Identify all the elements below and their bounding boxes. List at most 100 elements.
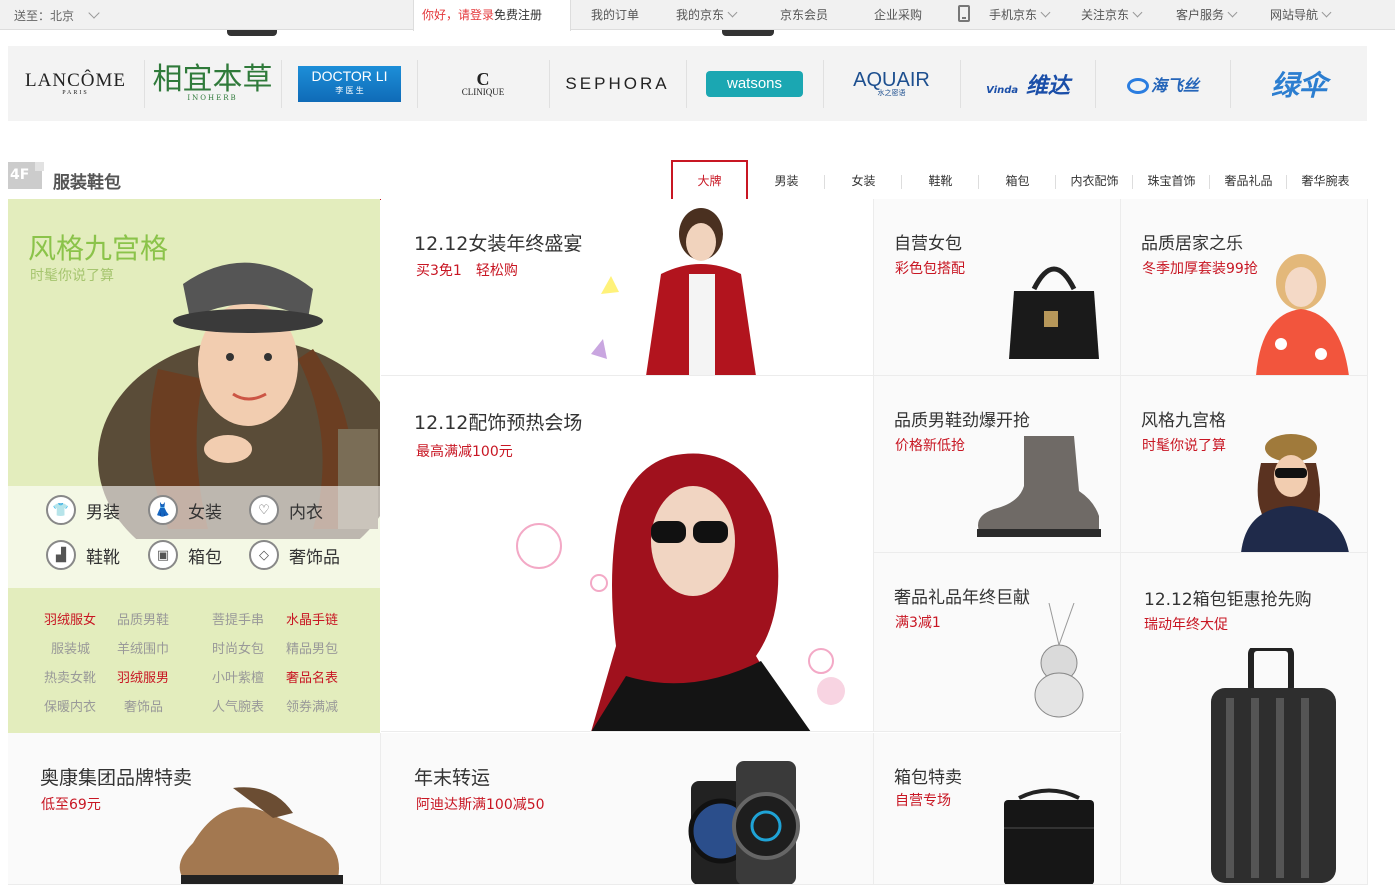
brand-aquair[interactable]: AQUAIR 水之密语 — [824, 46, 959, 121]
keyword-link[interactable]: 精品男包 — [286, 638, 338, 657]
keyword-link[interactable]: 保暖内衣 — [44, 696, 96, 715]
brand-sephora[interactable]: SEPHORA — [550, 46, 685, 121]
promo-subtitle: 低至69元 — [41, 797, 101, 813]
category-underwear[interactable]: ♡ 内衣 — [249, 495, 323, 525]
tab-womenswear[interactable]: 女装 — [825, 160, 902, 200]
promo-title: 品质居家之乐 — [1141, 234, 1243, 254]
nav-my-jd[interactable]: 我的京东 — [676, 6, 738, 23]
floor-badge: 4F — [8, 162, 44, 189]
tab-luxury-gifts[interactable]: 奢品礼品 — [1210, 160, 1287, 200]
brand-vinda[interactable]: Vinda 维达 — [961, 46, 1095, 121]
nav-label: 我的订单 — [591, 8, 640, 22]
category-womenswear[interactable]: 👗 女装 — [148, 495, 222, 525]
aquair-logo: AQUAIR 水之密语 — [853, 69, 930, 97]
promo-title: 风格九宫格 — [1141, 411, 1226, 431]
promo-accessories-preheat[interactable]: 12.12配饰预热会场 最高满减100元 — [381, 376, 874, 732]
brand-lancome[interactable]: LANCÔME PARIS — [8, 46, 143, 121]
brand-clinique[interactable]: C CLINIQUE — [418, 46, 548, 121]
category-label: 男装 — [86, 502, 120, 523]
promo-womens-year-end[interactable]: 12.12女装年终盛宴 买3免1 轻松购 — [381, 199, 874, 376]
promo-aokang-brand-sale[interactable]: 奥康集团品牌特卖 低至69元 — [8, 733, 381, 885]
keyword-link[interactable]: 羽绒服女 — [44, 609, 96, 628]
category-shoes[interactable]: ▟ 鞋靴 — [46, 540, 120, 570]
nav-label: 关注京东 — [1081, 8, 1130, 22]
product-image-red-coat — [591, 208, 756, 375]
keyword-link[interactable]: 服装城 — [51, 638, 90, 657]
promo-mens-shoes[interactable]: 品质男鞋劲爆开抢 价格新低抢 — [874, 376, 1121, 553]
keyword-link[interactable]: 热卖女靴 — [44, 667, 96, 686]
promo-subtitle: 自营专场 — [895, 793, 951, 809]
watsons-logo: watsons — [706, 70, 803, 97]
nav-mobile-jd[interactable]: 手机京东 — [989, 6, 1051, 23]
keyword-link[interactable]: 领券满减 — [286, 696, 338, 715]
nav-enterprise[interactable]: 企业采购 — [874, 6, 922, 23]
tab-shoes[interactable]: 鞋靴 — [902, 160, 979, 200]
keyword-link[interactable]: 菩提手串 — [212, 609, 264, 628]
nav-jd-member[interactable]: 京东会员 — [780, 6, 828, 23]
category-luxury[interactable]: ◇ 奢饰品 — [249, 540, 340, 570]
category-label: 鞋靴 — [86, 547, 120, 568]
product-image-crystal-bear — [1034, 603, 1084, 718]
keyword-link[interactable]: 小叶紫檀 — [212, 667, 264, 686]
brand-doctorli[interactable]: DOCTOR LI 李 医 生 — [282, 46, 417, 121]
register-link[interactable]: 免费注册 — [494, 8, 542, 22]
location-label: 送至：北京 — [14, 9, 75, 23]
promo-handbag[interactable]: 自营女包 彩色包搭配 — [874, 199, 1121, 376]
nav-my-orders[interactable]: 我的订单 — [591, 6, 639, 23]
promo-subtitle: 价格新低抢 — [895, 438, 965, 454]
phone-icon — [958, 5, 970, 22]
nav-customer-service[interactable]: 客户服务 — [1176, 6, 1238, 23]
style-grid-promo[interactable]: 风格九宫格 时髦你说了算 👕 男装 👗 女装 ♡ 内衣 ▟ 鞋靴 ▣ 箱包 ◇ 奢饰品 羽绒… — [8, 199, 380, 733]
promo-title: 自营女包 — [894, 234, 962, 254]
product-image-messenger-bag — [1004, 788, 1094, 884]
keyword-link[interactable]: 羽绒服男 — [117, 667, 169, 686]
category-menswear[interactable]: 👕 男装 — [46, 495, 120, 525]
tab-luxury-watches[interactable]: 奢华腕表 — [1287, 160, 1364, 200]
login-link[interactable]: 你好，请登录 — [422, 8, 494, 22]
brand-lvsan[interactable]: 绿伞 — [1231, 46, 1367, 121]
promo-title: 奢品礼品年终巨献 — [894, 588, 1030, 608]
chevron-down-icon — [1132, 7, 1143, 18]
product-image-hiking-shoes — [179, 787, 343, 884]
promo-subtitle: 阿迪达斯满100减50 — [416, 797, 545, 813]
tab-underwear[interactable]: 内衣配饰 — [1056, 160, 1133, 200]
chevron-down-icon — [1321, 7, 1332, 18]
keyword-link[interactable]: 品质男鞋 — [117, 609, 169, 628]
location-selector[interactable]: 送至：北京 — [14, 7, 100, 24]
promo-home-comfort[interactable]: 品质居家之乐 冬季加厚套装99抢 — [1121, 199, 1368, 376]
nav-site-map[interactable]: 网站导航 — [1270, 6, 1332, 23]
category-bags[interactable]: ▣ 箱包 — [148, 540, 222, 570]
brand-strip: LANCÔME PARIS 相宜本草 INOHERB DOCTOR LI 李 医 生 … — [8, 46, 1367, 121]
promo-style-grid[interactable]: 风格九宫格 时髦你说了算 — [1121, 376, 1368, 553]
promo-title: 12.12配饰预热会场 — [414, 412, 583, 434]
tab-jewelry[interactable]: 珠宝首饰 — [1133, 160, 1210, 200]
keyword-link[interactable]: 奢饰品 — [124, 696, 163, 715]
floor-header: 4F 服装鞋包 大牌 男装 女装 鞋靴 箱包 内衣配饰 珠宝首饰 奢品礼品 奢华… — [8, 160, 1368, 201]
nav-follow-jd[interactable]: 关注京东 — [1081, 6, 1143, 23]
keyword-link[interactable]: 羊绒围巾 — [117, 638, 169, 657]
tab-brands[interactable]: 大牌 — [671, 160, 748, 201]
promo-luxury-gifts[interactable]: 奢品礼品年终巨献 满3减1 — [874, 553, 1121, 732]
clinique-logo: C CLINIQUE — [461, 69, 505, 97]
keyword-link[interactable]: 奢品名表 — [286, 667, 338, 686]
promo-bags-sale[interactable]: 箱包特卖 自营专场 — [874, 733, 1121, 885]
brand-head-shoulders[interactable]: 海飞丝 — [1096, 46, 1230, 121]
category-label: 箱包 — [188, 547, 222, 568]
banner-fragment — [227, 30, 277, 36]
inoherb-logo: 相宜本草 INOHERB — [152, 62, 273, 102]
top-bar: 送至：北京 你好，请登录免费注册 我的订单 我的京东 京东会员 企业采购 手机京… — [0, 0, 1395, 31]
tab-menswear[interactable]: 男装 — [748, 160, 825, 200]
promo-luggage-sale[interactable]: 12.12箱包钜惠抢先购 瑞动年终大促 — [1121, 553, 1368, 885]
brand-watsons[interactable]: watsons — [687, 46, 822, 121]
product-image-down-jacket — [1241, 434, 1349, 552]
tab-bags[interactable]: 箱包 — [979, 160, 1056, 200]
category-label: 内衣 — [289, 502, 323, 523]
head-shoulders-logo: 海飞丝 — [1126, 72, 1199, 96]
promo-new-year-luck[interactable]: 年末转运 阿迪达斯满100减50 — [381, 733, 874, 885]
category-label: 奢饰品 — [289, 547, 340, 568]
brand-inoherb[interactable]: 相宜本草 INOHERB — [145, 46, 280, 121]
promo-subtitle: 买3免1 轻松购 — [416, 263, 518, 279]
keyword-link[interactable]: 水晶手链 — [286, 609, 338, 628]
keyword-link[interactable]: 人气腕表 — [212, 696, 264, 715]
keyword-link[interactable]: 时尚女包 — [212, 638, 264, 657]
